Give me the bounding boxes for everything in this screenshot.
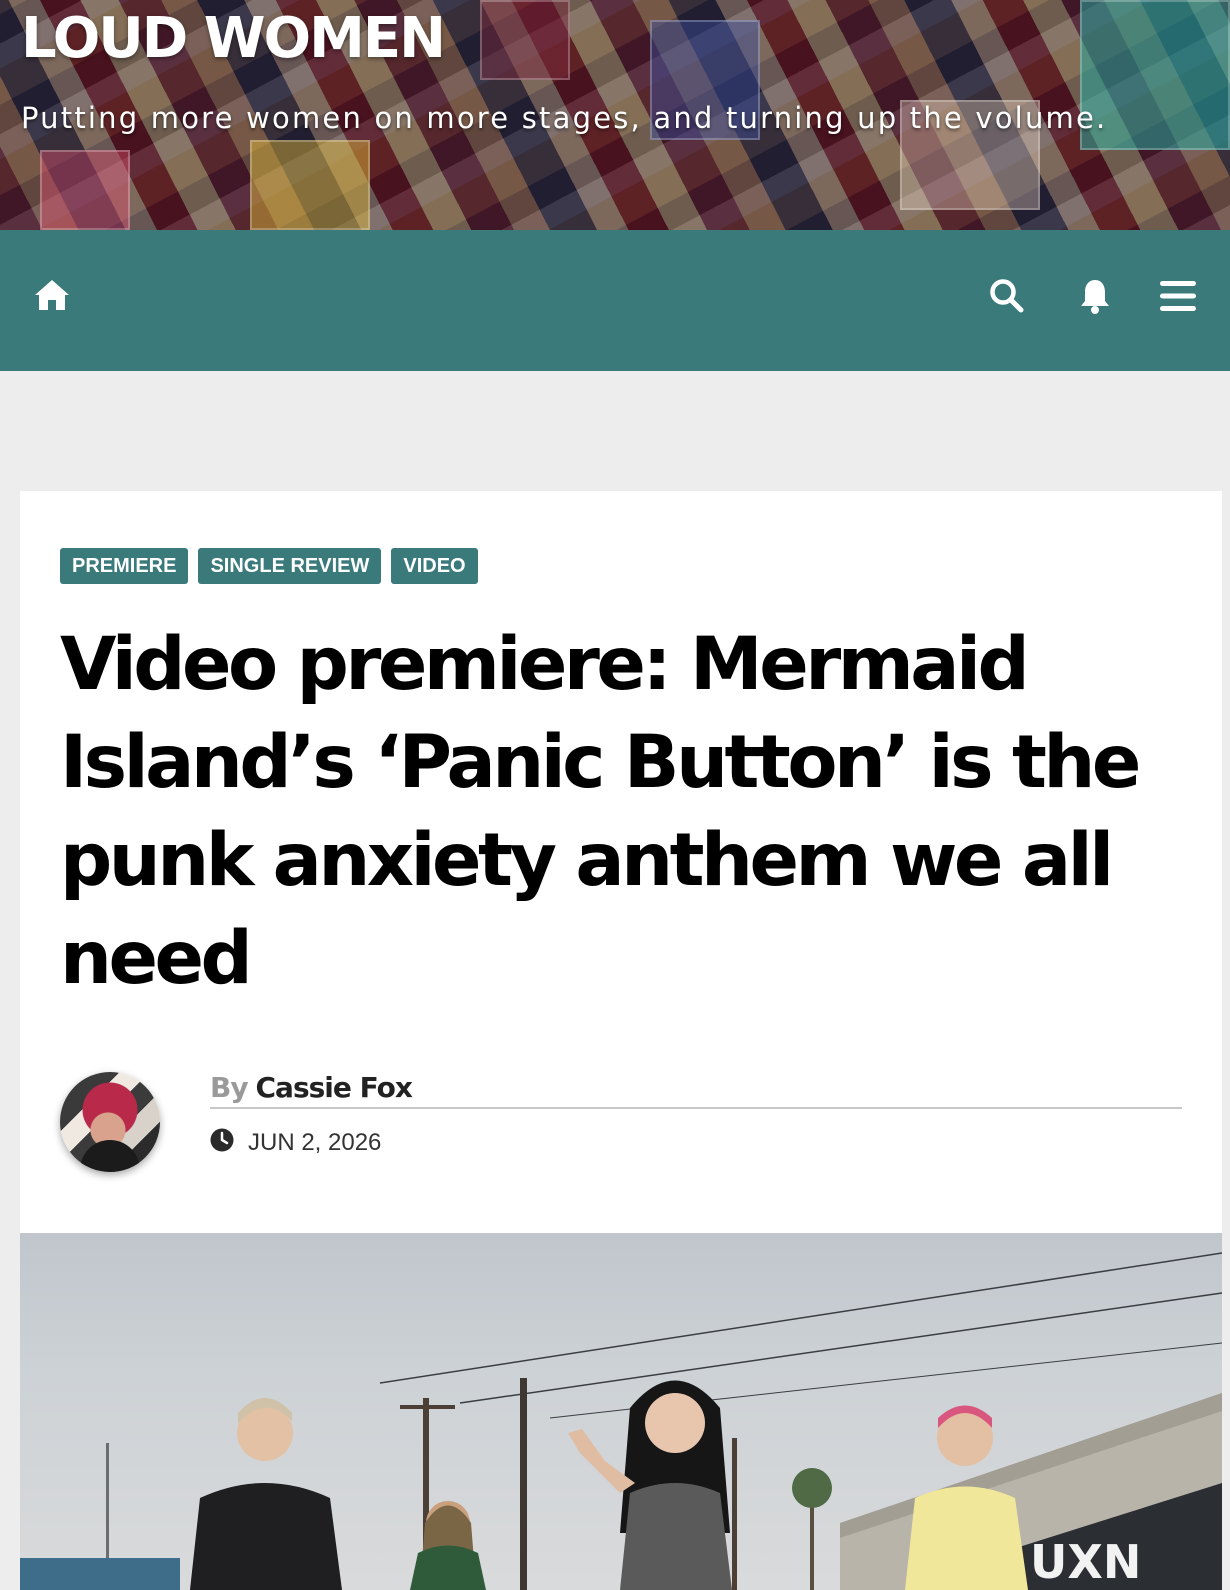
band-member-1-body [190, 1483, 342, 1590]
band-member-4-body [905, 1486, 1028, 1590]
category-badge-video[interactable]: VIDEO [391, 548, 478, 584]
band-member-2-body [410, 1545, 486, 1590]
article-card: PREMIERE SINGLE REVIEW VIDEO Video premi… [20, 491, 1222, 1590]
band-member-3-head [645, 1393, 705, 1453]
collage-poster [480, 0, 570, 80]
menu-icon[interactable] [1160, 280, 1196, 312]
site-header: LOUD WOMEN Putting more women on more st… [0, 0, 1230, 230]
utility-pole [732, 1438, 737, 1590]
graffiti-lettering: UXN [1030, 1535, 1141, 1589]
band-member-3-body [620, 1483, 732, 1590]
post-title: Video premiere: Mermaid Island’s ‘Panic … [60, 622, 1141, 1001]
power-line [379, 1252, 1222, 1384]
collage-poster [40, 150, 130, 230]
featured-image[interactable]: UXN [20, 1233, 1222, 1590]
author-name-link[interactable]: Cassie Fox [256, 1071, 413, 1104]
utility-pole-crossbar [400, 1405, 455, 1409]
main-navigation [0, 230, 1230, 371]
band-member-3-raised-arm [568, 1429, 635, 1493]
category-badge-single-review[interactable]: SINGLE REVIEW [198, 548, 382, 584]
byline: By Cassie Fox [210, 1071, 1182, 1109]
category-badge-premiere[interactable]: PREMIERE [60, 548, 189, 584]
clock-icon [210, 1128, 234, 1159]
avatar-shoulders [80, 1140, 140, 1172]
featured-photo-illustration: UXN [20, 1252, 1222, 1590]
site-tagline: Putting more women on more stages, and t… [21, 101, 1108, 135]
graffiti-left [20, 1558, 180, 1590]
post-date: JUN 2, 2026 [210, 1128, 381, 1158]
category-list: PREMIERE SINGLE REVIEW VIDEO [60, 548, 478, 584]
author-avatar[interactable] [60, 1072, 160, 1172]
site-title[interactable]: LOUD WOMEN [21, 6, 446, 71]
bell-icon[interactable] [1079, 277, 1111, 315]
utility-pole [520, 1378, 527, 1590]
palm-fronds [792, 1468, 832, 1508]
collage-poster [250, 140, 370, 230]
search-icon[interactable] [989, 278, 1025, 314]
power-line [459, 1292, 1222, 1404]
post-date-text: JUN 2, 2026 [248, 1129, 382, 1156]
byline-by-label: By [210, 1071, 249, 1104]
home-icon[interactable] [33, 278, 71, 312]
